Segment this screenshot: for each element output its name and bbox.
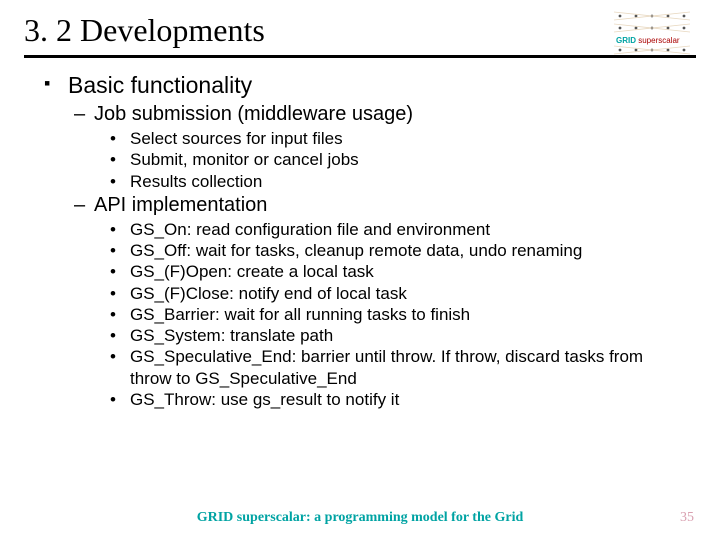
bullet-api-implementation: API implementation xyxy=(74,194,684,217)
bullet-basic-functionality: Basic functionality xyxy=(44,72,684,99)
bullet-item: Submit, monitor or cancel jobs xyxy=(110,149,684,170)
logo-label: GRID superscalar xyxy=(616,36,680,45)
bullet-item: Select sources for input files xyxy=(110,128,684,149)
bullet-item: GS_On: read configuration file and envir… xyxy=(110,219,684,240)
bullet-item: GS_Throw: use gs_result to notify it xyxy=(110,389,684,410)
bullet-item: GS_Speculative_End: barrier until throw.… xyxy=(110,346,684,389)
slide: 3. 2 Developments GRID superscalar Basic… xyxy=(0,0,720,540)
logo-label-grid: GRID xyxy=(616,36,636,45)
bullet-item: Results collection xyxy=(110,171,684,192)
bullet-item: GS_Off: wait for tasks, cleanup remote d… xyxy=(110,240,684,261)
page-number: 35 xyxy=(680,510,694,526)
bullet-item: GS_Barrier: wait for all running tasks t… xyxy=(110,304,684,325)
logo-label-super: superscalar xyxy=(638,36,679,45)
bullet-item: GS_(F)Close: notify end of local task xyxy=(110,283,684,304)
footer-text: GRID superscalar: a programming model fo… xyxy=(0,510,720,526)
logo-dot-grid-icon xyxy=(610,10,700,56)
bullet-item: GS_System: translate path xyxy=(110,325,684,346)
grid-superscalar-logo: GRID superscalar xyxy=(610,10,700,56)
bullet-job-submission: Job submission (middleware usage) xyxy=(74,103,684,126)
content-area: Basic functionality Job submission (midd… xyxy=(0,58,720,410)
bullet-item: GS_(F)Open: create a local task xyxy=(110,261,684,282)
